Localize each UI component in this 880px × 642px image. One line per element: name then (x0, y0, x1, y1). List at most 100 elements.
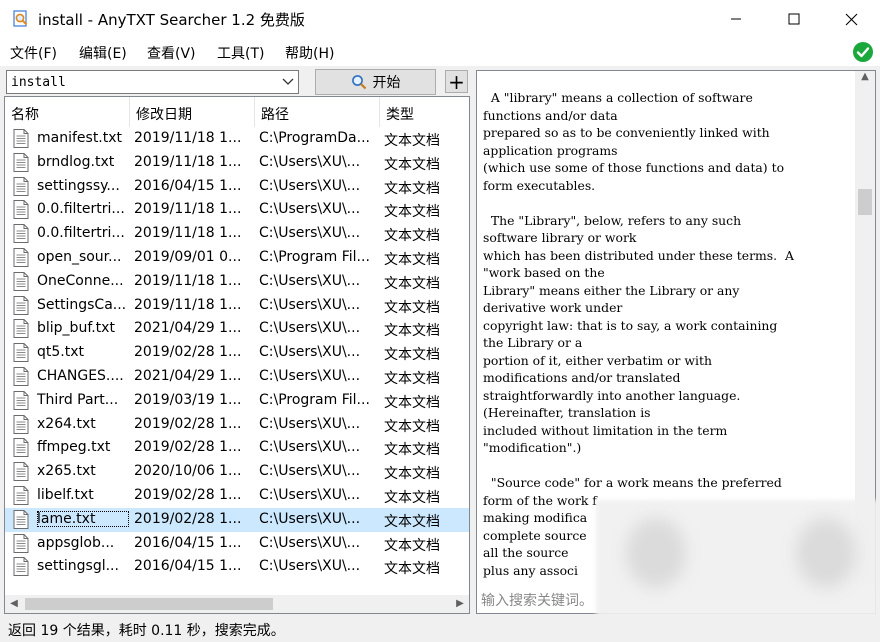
table-row[interactable]: lame.txt 2019/02/28 1... C:\Users\XU\... 文本… (5, 507, 469, 532)
horizontal-scrollbar[interactable]: ◀ ▶ (5, 595, 469, 613)
menu-bar: 文件(F) 编辑(E) 查看(V) 工具(T) 帮助(H) (0, 38, 880, 66)
table-row[interactable]: ffmpeg.txt 2019/02/28 1... C:\Users\XU\...… (5, 436, 469, 460)
text-document-icon (13, 438, 29, 458)
cell-name: blip_buf.txt (37, 320, 115, 337)
text-document-icon (13, 319, 29, 339)
text-document-icon (13, 271, 29, 291)
close-button[interactable] (822, 0, 880, 38)
table-row[interactable]: qt5.txt 2019/02/28 1... C:\Users\XU\... 文本文… (5, 341, 469, 365)
cell-modified-date: 2019/02/28 1... (134, 486, 242, 503)
maximize-button[interactable] (765, 0, 823, 38)
column-path[interactable]: 路径 (255, 97, 380, 127)
cell-name: brndlog.txt (37, 153, 115, 170)
scroll-up-icon[interactable]: ▲ (855, 71, 875, 87)
menu-tools[interactable]: 工具(T) (217, 43, 264, 63)
cell-modified-date: 2019/11/18 1... (134, 272, 242, 289)
cell-name: appsglob... (37, 534, 115, 551)
table-row[interactable]: settingssy... 2016/04/15 1... C:\Users\XU\… (5, 175, 469, 199)
table-row[interactable]: libelf.txt 2019/02/28 1... C:\Users\XU\...… (5, 484, 469, 508)
cell-type: 文本文档 (384, 537, 440, 554)
table-row[interactable]: x264.txt 2019/02/28 1... C:\Users\XU\... 文本… (5, 413, 469, 437)
status-text: 返回 19 个结果，耗时 0.11 秒，搜索完成。 (8, 623, 285, 639)
scroll-left-icon[interactable]: ◀ (7, 598, 21, 610)
minimize-button[interactable] (707, 0, 765, 38)
cell-modified-date: 2021/04/29 1... (134, 367, 242, 384)
cell-type: 文本文档 (384, 156, 440, 173)
maximize-icon (788, 13, 800, 25)
cell-path: C:\Program Fil... (259, 248, 370, 265)
results-list: 名称 修改日期 路径 类型 manifest.txt 2019/11/18 1..… (4, 96, 470, 614)
cell-name: settingssy... (37, 177, 120, 194)
text-document-icon (13, 295, 29, 315)
results-rows: manifest.txt 2019/11/18 1... C:\ProgramDa.… (5, 127, 469, 579)
text-document-icon (13, 176, 29, 196)
menu-edit[interactable]: 编辑(E) (79, 43, 127, 63)
table-row[interactable]: Third Part... 2019/03/19 1... C:\Program F… (5, 389, 469, 413)
text-document-icon (13, 152, 29, 172)
cell-path: C:\Users\XU\... (259, 415, 361, 432)
chevron-down-icon[interactable] (282, 77, 294, 87)
cell-path: C:\Users\XU\... (259, 510, 361, 527)
add-button[interactable]: + (445, 70, 468, 93)
search-icon (351, 75, 366, 90)
search-input[interactable] (11, 73, 273, 91)
table-row[interactable]: appsglob... 2016/04/15 1... C:\Users\XU\..… (5, 532, 469, 556)
cell-path: C:\Users\XU\... (259, 225, 361, 242)
cell-path: C:\Users\XU\... (259, 272, 361, 289)
cell-name: Third Part... (37, 391, 119, 408)
text-document-icon (13, 557, 29, 577)
magnifier-document-icon (13, 10, 28, 27)
column-modified-date[interactable]: 修改日期 (130, 97, 255, 127)
cell-modified-date: 2016/04/15 1... (134, 558, 242, 575)
cell-path: C:\Users\XU\... (259, 201, 361, 218)
table-row[interactable]: CHANGES.... 2021/04/29 1... C:\Users\XU\..… (5, 365, 469, 389)
cell-path: C:\Users\XU\... (259, 177, 361, 194)
close-icon (845, 13, 857, 25)
cell-path: C:\Users\XU\... (259, 320, 361, 337)
start-search-button[interactable]: 开始 (315, 69, 436, 95)
cell-name: manifest.txt (37, 130, 123, 146)
window-title: install - AnyTXT Searcher 1.2 免费版 (38, 11, 305, 29)
cell-modified-date: 2020/10/06 1... (134, 463, 242, 480)
cell-type: 文本文档 (384, 442, 440, 459)
table-row[interactable]: brndlog.txt 2019/11/18 1... C:\Users\XU\..… (5, 151, 469, 175)
vertical-scroll-thumb[interactable] (858, 189, 872, 215)
table-row[interactable]: SettingsCa... 2019/11/18 1... C:\Users\XU\… (5, 294, 469, 318)
checkmark-circle-icon[interactable] (852, 41, 874, 63)
table-row[interactable]: settingsgl... 2016/04/15 1... C:\Users\XU\… (5, 555, 469, 579)
cell-modified-date: 2019/02/28 1... (134, 415, 242, 432)
cell-modified-date: 2019/03/19 1... (134, 391, 242, 408)
cell-modified-date: 2016/04/15 1... (134, 177, 242, 194)
table-row[interactable]: 0.0.filtertri... 2019/11/18 1... C:\Users\… (5, 222, 469, 246)
column-type[interactable]: 类型 (380, 97, 469, 127)
text-document-icon (13, 129, 29, 148)
table-row[interactable]: open_sour... 2019/09/01 0... C:\Program Fi… (5, 246, 469, 270)
cell-path: C:\Users\XU\... (259, 344, 361, 361)
cell-path: C:\Users\XU\... (259, 486, 361, 503)
cell-modified-date: 2019/11/18 1... (134, 153, 242, 170)
cell-type: 文本文档 (384, 323, 440, 340)
horizontal-scroll-thumb[interactable] (25, 598, 273, 610)
cell-name: x265.txt (37, 463, 96, 480)
column-name[interactable]: 名称 (5, 97, 130, 127)
menu-help[interactable]: 帮助(H) (285, 43, 334, 63)
scroll-right-icon[interactable]: ▶ (453, 598, 467, 610)
menu-view[interactable]: 查看(V) (147, 43, 196, 63)
cell-type: 文本文档 (384, 133, 440, 149)
table-row[interactable]: 0.0.filtertri... 2019/11/18 1... C:\Users\… (5, 198, 469, 222)
search-combobox[interactable] (6, 70, 299, 94)
menu-file[interactable]: 文件(F) (10, 43, 57, 63)
table-row[interactable]: x265.txt 2020/10/06 1... C:\Users\XU\... 文本… (5, 460, 469, 484)
cell-path: C:\Program Fil... (259, 391, 370, 408)
cell-path: C:\Users\XU\... (259, 153, 361, 170)
cell-name: settingsgl... (37, 558, 119, 575)
cell-name: OneConne... (37, 272, 124, 289)
cell-path: C:\Users\XU\... (259, 296, 361, 313)
table-row[interactable]: blip_buf.txt 2021/04/29 1... C:\Users\XU\.… (5, 317, 469, 341)
text-document-icon (13, 414, 29, 434)
table-row[interactable]: OneConne... 2019/11/18 1... C:\Users\XU\..… (5, 270, 469, 294)
watermark-overlay (596, 500, 880, 642)
cell-modified-date: 2019/02/28 1... (134, 344, 242, 361)
cell-type: 文本文档 (384, 204, 440, 221)
table-row[interactable]: manifest.txt 2019/11/18 1... C:\ProgramDa.… (5, 127, 469, 151)
